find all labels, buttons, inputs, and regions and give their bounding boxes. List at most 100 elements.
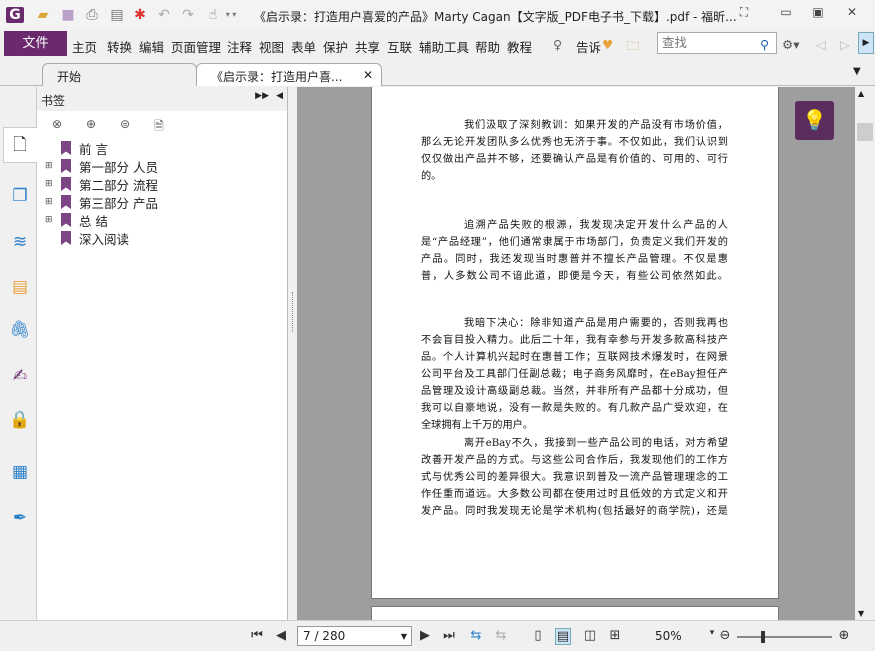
next-view-icon[interactable]: ⇆ xyxy=(493,628,509,643)
zoom-level[interactable]: 50% xyxy=(655,629,682,643)
comments-panel-icon[interactable]: ▤ xyxy=(9,276,31,298)
expand-icon[interactable]: ⊞ xyxy=(45,215,55,225)
heart-icon[interactable]: ♥ xyxy=(602,37,613,52)
last-page-icon[interactable]: ⏭ xyxy=(441,628,457,643)
scroll-up-icon[interactable]: ▲ xyxy=(858,89,864,98)
scrollbar-thumb[interactable] xyxy=(857,123,873,141)
lightbulb-tips-button[interactable]: 💡 xyxy=(795,101,834,140)
scroll-left-icon[interactable]: ◁ xyxy=(816,37,826,52)
expand-icon[interactable]: ⊞ xyxy=(45,197,55,207)
bookmark-item[interactable]: 深入阅读 xyxy=(45,229,129,247)
first-page-icon[interactable]: ⏮ xyxy=(249,628,265,643)
pdf-page-next xyxy=(371,606,779,620)
file-menu-button[interactable]: 文件 xyxy=(4,31,67,56)
expand-icon[interactable]: ⊞ xyxy=(45,179,55,189)
ribbon-expand-button[interactable]: ▶ xyxy=(858,32,874,54)
vertical-scrollbar[interactable]: ▲ ▼ xyxy=(855,87,875,620)
settings-icon[interactable]: ⚙▾ xyxy=(782,37,799,52)
tab-bar: 开始 《启示录：打造用户喜... ✕ ▼ xyxy=(0,58,875,86)
redo-icon[interactable]: ↷ xyxy=(179,7,197,23)
menu-tutorial[interactable]: 教程 xyxy=(507,37,532,56)
title-bar: G ▰ ■ ⎙ ▤ ✱ ↶ ↷ ☝ ▾ ▾ 《启示录：打造用户喜爱的产品》Mar… xyxy=(0,0,875,30)
zoom-slider[interactable] xyxy=(737,631,832,643)
menu-page-management[interactable]: 页面管理 xyxy=(171,37,221,56)
menu-comment[interactable]: 注释 xyxy=(227,37,252,56)
status-bar: ⏮ ◀ 7 / 280 ▼ ▶ ⏭ ⇆ ⇆ ▯ ▤ ◫ ⊞ 50% ▾ ⊖ ⊕ xyxy=(0,620,875,651)
bookmark-icon xyxy=(61,231,71,245)
content-panel-icon[interactable]: ▦ xyxy=(9,461,31,483)
pdf-page: 我们汲取了深刻教训：如果开发的产品没有市场价值， 那么无论开发团队多么优秀也无济… xyxy=(371,87,779,599)
customize-dropdown-icon[interactable]: ▾ ▾ xyxy=(222,7,240,23)
layers-panel-icon[interactable]: ≋ xyxy=(9,231,31,253)
bookmarks-toolbar: ⊗ ⊕ ⊜ 🗎 xyxy=(37,111,287,139)
previous-view-icon[interactable]: ⇆ xyxy=(468,628,484,643)
bookmark-options-icon[interactable]: 🗎 xyxy=(151,117,167,133)
continuous-facing-icon[interactable]: ⊞ xyxy=(607,628,623,643)
hand-tool-icon[interactable]: ☝ xyxy=(204,7,222,23)
zoom-slider-thumb[interactable] xyxy=(761,631,765,643)
facing-pages-icon[interactable]: ◫ xyxy=(582,628,598,643)
scroll-down-icon[interactable]: ▼ xyxy=(858,609,864,618)
bookmark-item[interactable]: ⊞ 第二部分 流程 xyxy=(45,175,158,193)
menu-connect[interactable]: 互联 xyxy=(387,37,412,56)
add-child-bookmark-icon[interactable]: ⊜ xyxy=(117,117,133,133)
menu-share[interactable]: 共享 xyxy=(355,37,380,56)
certify-panel-icon[interactable]: ✒ xyxy=(9,507,31,529)
open-icon[interactable]: ▰ xyxy=(34,7,52,23)
signatures-panel-icon[interactable]: ✍ xyxy=(9,365,31,387)
scroll-right-icon[interactable]: ▷ xyxy=(840,37,850,52)
tell-me[interactable]: 告诉 xyxy=(576,37,601,56)
panel-splitter[interactable] xyxy=(288,87,297,620)
bookmark-item[interactable]: 前 言 xyxy=(45,139,108,157)
search-input[interactable] xyxy=(657,32,777,54)
bookmark-icon xyxy=(61,177,71,191)
properties-icon[interactable]: ▤ xyxy=(108,7,126,23)
expand-icon[interactable]: ⊞ xyxy=(45,161,55,171)
document-view[interactable]: 我们汲取了深刻教训：如果开发的产品没有市场价值， 那么无论开发团队多么优秀也无济… xyxy=(297,87,855,620)
navigation-panel-strip: 🗋 ❐ ≋ ▤ 🖇 ✍ 🔒 ▦ ✒ xyxy=(0,87,38,620)
zoom-in-icon[interactable]: ⊕ xyxy=(836,628,852,643)
continuous-page-icon[interactable]: ▤ xyxy=(555,628,571,645)
previous-page-icon[interactable]: ◀ xyxy=(273,628,289,643)
print-icon[interactable]: ⎙ xyxy=(83,7,101,23)
undo-icon[interactable]: ↶ xyxy=(155,7,173,23)
tab-list-dropdown-icon[interactable]: ▼ xyxy=(853,66,861,77)
menu-convert[interactable]: 转换 xyxy=(107,37,132,56)
tab-start[interactable]: 开始 xyxy=(42,63,197,86)
search-icon[interactable]: ⚲ xyxy=(760,37,769,52)
lightbulb-icon[interactable]: ♀ xyxy=(553,37,562,52)
new-icon[interactable]: ✱ xyxy=(131,7,149,23)
close-button[interactable]: ✕ xyxy=(842,5,862,21)
menu-protect[interactable]: 保护 xyxy=(323,37,348,56)
add-bookmark-icon[interactable]: ⊕ xyxy=(83,117,99,133)
menu-view[interactable]: 视图 xyxy=(259,37,284,56)
paragraph: 我们汲取了深刻教训：如果开发的产品没有市场价值， 那么无论开发团队多么优秀也无济… xyxy=(421,120,728,182)
delete-bookmark-icon[interactable]: ⊗ xyxy=(49,117,65,133)
security-panel-icon[interactable]: 🔒 xyxy=(9,409,31,431)
zoom-out-icon[interactable]: ⊖ xyxy=(717,628,733,643)
expand-panel-icon[interactable]: ▶▶ xyxy=(255,91,269,101)
pages-panel-icon[interactable]: ❐ xyxy=(9,185,31,207)
menu-accessibility[interactable]: 辅助工具 xyxy=(419,37,469,56)
menu-help[interactable]: 帮助 xyxy=(475,37,500,56)
bookmarks-panel-icon[interactable]: 🗋 xyxy=(9,134,31,156)
fullscreen-icon[interactable]: ⛶ xyxy=(734,5,754,21)
search-folder-icon[interactable]: 🗀 xyxy=(627,37,640,58)
menu-form[interactable]: 表单 xyxy=(291,37,316,56)
bookmarks-panel: 书签 ▶▶ ◀ ⊗ ⊕ ⊜ 🗎 前 言 ⊞ 第一部分 人员 ⊞ 第二部分 流程 ⊞ 第… xyxy=(37,87,288,620)
attachments-panel-icon[interactable]: 🖇 xyxy=(9,319,31,341)
collapse-panel-icon[interactable]: ◀ xyxy=(276,91,283,101)
menu-home[interactable]: 主页 xyxy=(72,37,97,56)
tab-document[interactable]: 《启示录：打造用户喜... ✕ xyxy=(196,63,382,86)
bookmark-item[interactable]: ⊞ 第三部分 产品 xyxy=(45,193,158,211)
single-page-icon[interactable]: ▯ xyxy=(530,628,546,643)
close-tab-icon[interactable]: ✕ xyxy=(363,68,373,82)
bookmark-item[interactable]: ⊞ 总 结 xyxy=(45,211,108,229)
bookmark-item[interactable]: ⊞ 第一部分 人员 xyxy=(45,157,158,175)
maximize-button[interactable]: ▣ xyxy=(808,5,828,21)
next-page-icon[interactable]: ▶ xyxy=(417,628,433,643)
menu-edit[interactable]: 编辑 xyxy=(139,37,164,56)
save-icon[interactable]: ■ xyxy=(59,7,77,23)
page-number-input[interactable]: 7 / 280 ▼ xyxy=(297,626,412,646)
minimize-button[interactable]: ▭ xyxy=(776,5,796,21)
